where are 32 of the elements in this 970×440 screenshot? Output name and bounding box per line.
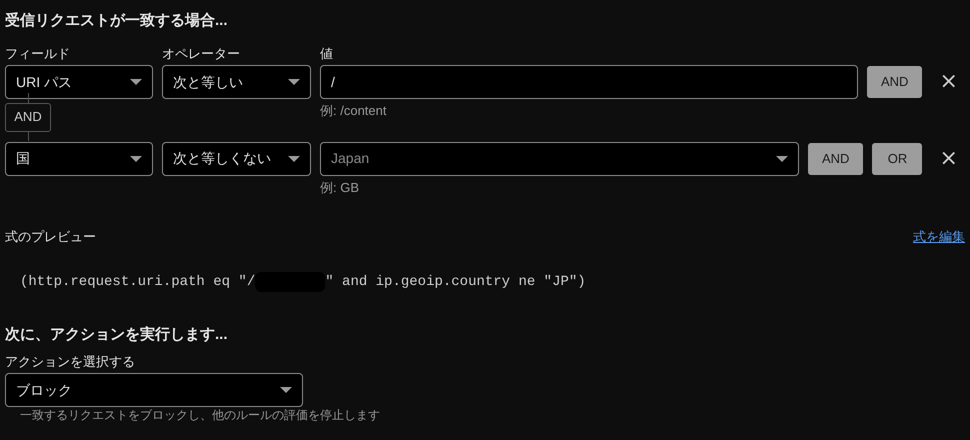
logic-button[interactable]: OR — [872, 142, 922, 174]
remove-button[interactable]: × — [939, 142, 958, 176]
caret-icon — [776, 156, 788, 162]
operator-dropdown[interactable]: 次と等しい — [162, 65, 311, 99]
caret-icon — [280, 387, 292, 393]
field-dropdown[interactable]: 国 — [5, 142, 153, 176]
column-label: 値 — [320, 45, 333, 63]
caret-icon — [130, 79, 142, 85]
operator-dropdown[interactable]: 次と等しくない — [162, 142, 311, 176]
action-dropdown[interactable]: ブロック — [5, 373, 303, 407]
help-text: 一致するリクエストをブロックし、他のルールの評価を停止します — [20, 408, 381, 422]
caret-icon — [130, 156, 142, 162]
action-label: アクションを選択する — [5, 353, 136, 370]
hint-text: 例: GB — [320, 178, 360, 196]
section-heading: 次に、アクションを実行します... — [5, 325, 229, 345]
caret-icon — [288, 156, 300, 162]
logic-button[interactable]: AND — [867, 66, 922, 98]
caret-icon — [288, 79, 300, 85]
connector-label: AND — [5, 102, 51, 132]
expression-text: " and ip.geoip.country ne "JP") — [325, 272, 586, 292]
value-dropdown[interactable]: Japan — [320, 142, 799, 176]
field-dropdown[interactable]: URI パス — [5, 65, 153, 99]
column-label: オペレーター — [162, 45, 241, 63]
section-heading: 受信リクエストが一致する場合... — [5, 11, 229, 31]
hint-text: 例: /content — [320, 102, 388, 120]
edit-expression-link[interactable]: 式を編集 — [913, 227, 965, 247]
preview-label: 式のプレビュー — [5, 228, 96, 246]
column-label: フィールド — [5, 45, 71, 63]
value-input[interactable]: / — [320, 65, 858, 99]
remove-button[interactable]: × — [939, 65, 958, 99]
logic-button[interactable]: AND — [808, 142, 864, 174]
expression-text: (http.request.uri.path eq "/ — [20, 272, 256, 292]
